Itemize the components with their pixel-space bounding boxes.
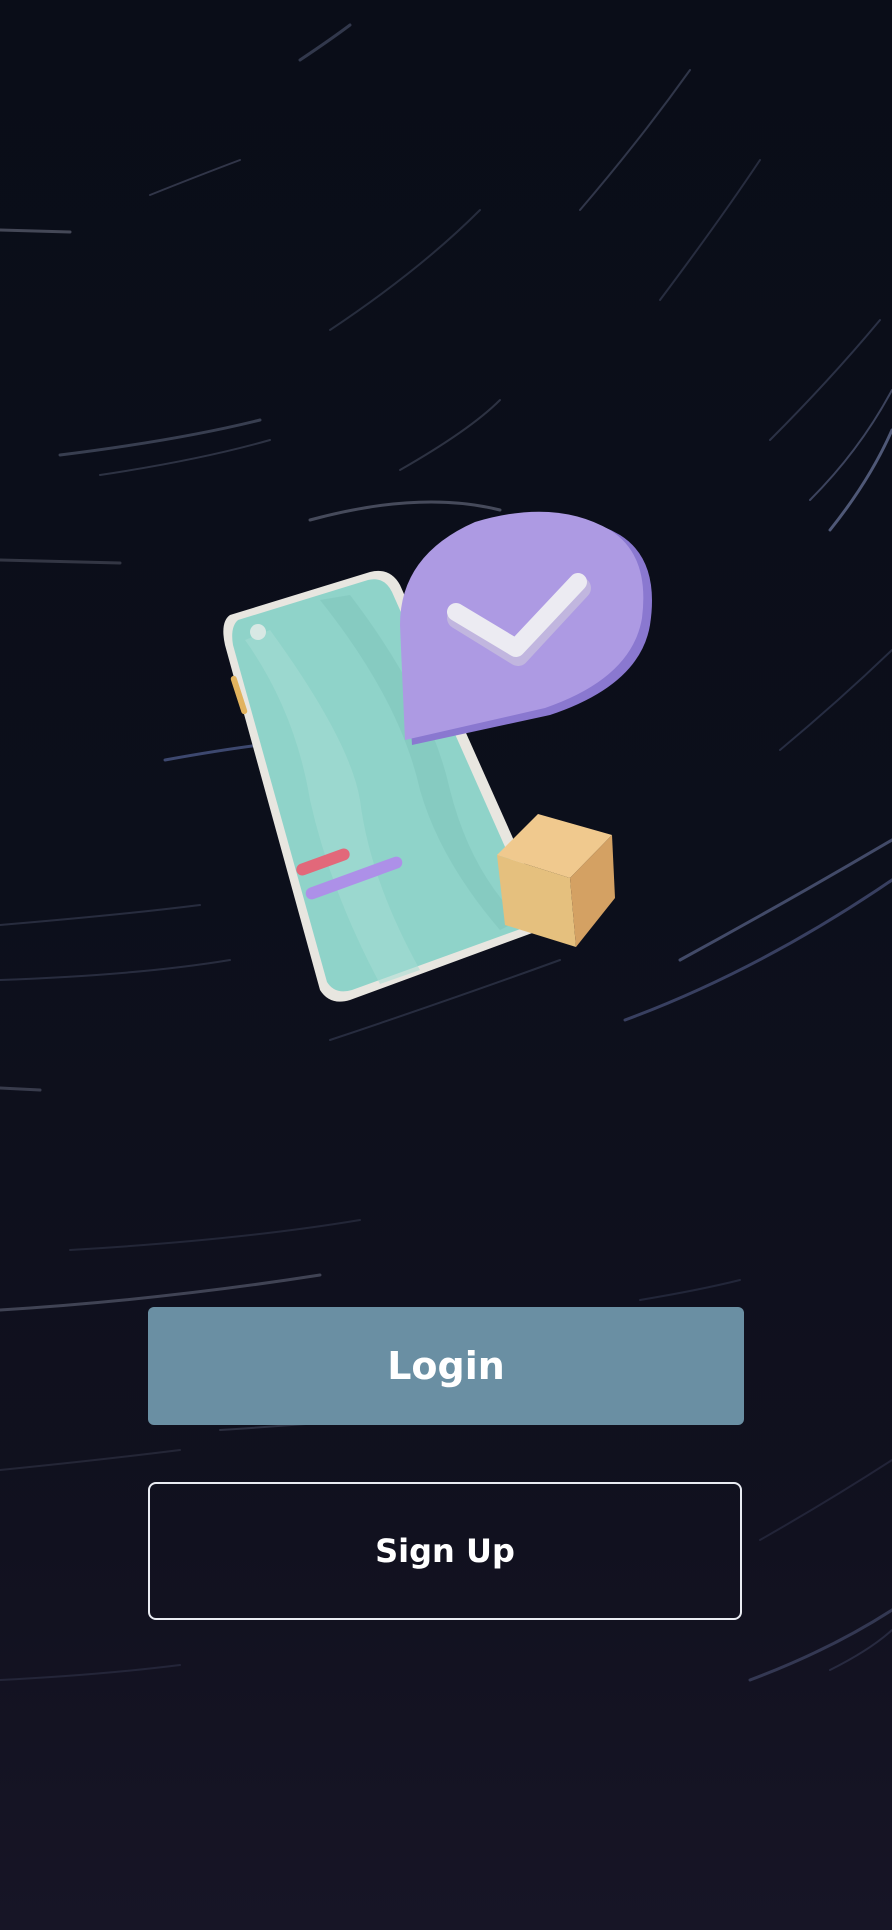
login-button[interactable]: Login: [148, 1307, 744, 1425]
checkmark-bubble-icon: [400, 511, 652, 745]
hero-illustration: [223, 511, 652, 1002]
box-icon: [497, 814, 615, 947]
sign-up-button[interactable]: Sign Up: [148, 1482, 742, 1620]
welcome-screen: Login Sign Up: [0, 0, 892, 1930]
